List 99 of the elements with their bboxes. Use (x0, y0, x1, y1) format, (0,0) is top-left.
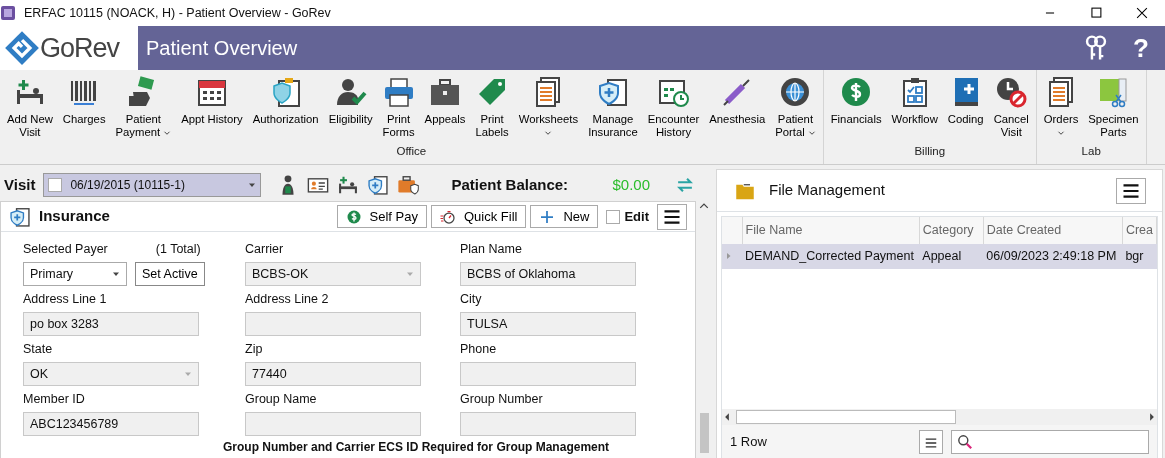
menu-icon (923, 435, 939, 450)
menu-button[interactable] (1116, 177, 1146, 204)
field-label: State (23, 341, 53, 358)
toolbar-button[interactable]: Manage Insurance (585, 70, 641, 139)
toolbar-button[interactable]: Appt History (178, 70, 246, 126)
printer-icon (382, 76, 415, 108)
requirement-note: Group Number and Carrier ECS ID Required for Group Management (222, 439, 611, 456)
scroll-thumb[interactable] (736, 410, 956, 424)
stopwatch-icon (439, 208, 456, 225)
app-icon (0, 5, 16, 21)
briefcase-icon (429, 76, 461, 108)
group-label: Lab (1080, 143, 1102, 159)
bed-plus-icon[interactable] (337, 174, 360, 196)
table-row[interactable]: DEMAND_Corrected Payment Appeal 06/09/2023 2:49:18 PM bgr (722, 243, 1157, 269)
dollar-circle-icon (840, 76, 873, 108)
column-header[interactable]: Crea (1122, 217, 1157, 244)
toolbar-button[interactable]: Authorization (249, 70, 322, 126)
total-count: (1 Total) (155, 241, 201, 258)
toolbar-button[interactable]: Print Forms (379, 70, 418, 139)
search-icon (956, 433, 974, 451)
scroll-thumb[interactable] (699, 413, 709, 453)
balance-label: Patient Balance: (451, 174, 569, 195)
toolbar-button[interactable]: New (530, 204, 599, 229)
toolbar-button[interactable]: Specimen Parts (1085, 70, 1142, 139)
table-cell: DEMAND_Corrected Payment (742, 243, 920, 269)
clock-cancel-icon (995, 76, 1028, 108)
window-title: ERFAC 10115 (NOACK, H) - Patient Overview - GoRev (24, 4, 331, 22)
shield-plus-icon (596, 76, 629, 108)
field-label: Carrier (245, 241, 284, 258)
shield-plus-icon[interactable] (367, 174, 390, 196)
dollar-circle-icon (345, 208, 362, 225)
toolbar-button[interactable]: Quick Fill (430, 204, 527, 229)
balance-amount: $0.00 (612, 174, 650, 195)
group-label: Office (395, 143, 428, 159)
toolbar-button[interactable]: Patient Payment (112, 70, 175, 139)
toolbar-button[interactable]: Encounter History (644, 70, 703, 139)
person-check-icon (334, 76, 367, 108)
toolbar-button[interactable]: Cancel Visit (990, 70, 1032, 139)
caret-icon (1057, 129, 1066, 137)
caret-icon (163, 129, 172, 137)
scroll-up-icon (699, 201, 709, 211)
field-label: Phone (460, 341, 497, 358)
insurance-title: Insurance (39, 206, 110, 227)
column-header[interactable]: File Name (742, 217, 920, 244)
caret-icon (544, 129, 553, 137)
group-label: Billing (913, 143, 947, 159)
caret-icon (112, 270, 120, 278)
table-cell: 06/09/2023 2:49:18 PM (983, 243, 1123, 269)
shield-clipboard-icon (9, 205, 31, 228)
help-button[interactable]: ? (1133, 35, 1149, 61)
plus-icon (539, 208, 556, 225)
visit-dropdown[interactable]: 06/19/2015 (10115-1) (43, 173, 262, 197)
field-label: Selected Payer (23, 241, 108, 258)
globe-gear-icon (779, 76, 812, 108)
logo-icon (4, 30, 40, 66)
set-active-button[interactable]: Set Active (135, 262, 205, 286)
toolbar-button[interactable]: Worksheets (515, 70, 582, 137)
caret-icon (406, 270, 414, 278)
select-field[interactable]: Primary (23, 262, 127, 286)
caret-icon (248, 181, 257, 189)
field-label: Member ID (23, 391, 85, 408)
toolbar-button[interactable]: Appeals (421, 70, 469, 126)
page-title: Patient Overview (146, 36, 298, 61)
field-label: Plan Name (460, 241, 522, 258)
row-pointer-icon (725, 252, 733, 261)
panel-title: File Management (769, 180, 885, 201)
visit-label: Visit (4, 174, 36, 195)
row-count: 1 Row (730, 433, 767, 452)
field-label: Group Name (245, 391, 317, 408)
table-cell: Appeal (919, 243, 984, 269)
toolbar-button[interactable]: Eligibility (325, 70, 376, 126)
field-label: Address Line 2 (245, 291, 329, 308)
toolbar-button[interactable]: Self Pay (336, 204, 427, 229)
edit-checkbox[interactable]: Edit (606, 206, 649, 227)
toolbar-button[interactable]: Financials (827, 70, 885, 126)
column-header[interactable]: Date Created (983, 217, 1123, 244)
list-menu-button[interactable] (919, 430, 943, 454)
toolbar-button[interactable]: Anesthesia (706, 70, 769, 126)
briefcase-shield-icon[interactable] (397, 174, 420, 196)
column-header[interactable]: Category (919, 217, 984, 244)
leaf-scissors-icon (1097, 76, 1130, 108)
toolbar-button[interactable]: Charges (59, 70, 109, 126)
toolbar-button[interactable]: Print Labels (472, 70, 512, 139)
field-label: Zip (245, 341, 263, 358)
toolbar-button[interactable]: Patient Portal (772, 70, 819, 139)
toolbar-button[interactable]: Add New Visit (4, 70, 56, 139)
field-label: City (460, 291, 482, 308)
table-cell: bgr (1122, 243, 1157, 269)
field-label: Address Line 1 (23, 291, 107, 308)
field-label: Group Number (460, 391, 543, 408)
menu-button[interactable] (657, 203, 687, 230)
caret-icon (184, 370, 192, 378)
visit-checkbox[interactable] (48, 178, 63, 192)
search-field[interactable] (951, 430, 1149, 454)
caret-icon (807, 129, 816, 137)
toolbar-button[interactable]: Workflow (888, 70, 941, 126)
toolbar-button[interactable]: Coding (944, 70, 987, 126)
logo-text: GoRev (40, 31, 120, 65)
toolbar-button[interactable]: Orders (1040, 70, 1082, 137)
